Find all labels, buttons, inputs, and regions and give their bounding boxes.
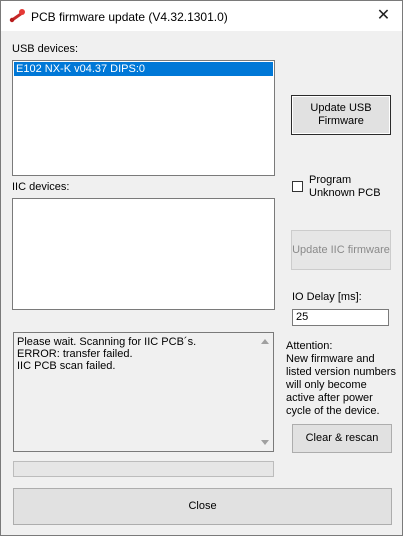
program-unknown-pcb-checkbox[interactable] xyxy=(292,181,303,192)
io-delay-label: IO Delay [ms]: xyxy=(292,291,362,303)
window-title: PCB firmware update (V4.32.1301.0) xyxy=(31,10,228,24)
update-iic-firmware-button: Update IIC firmware xyxy=(291,230,391,270)
iic-devices-label: IIC devices: xyxy=(12,181,70,193)
program-unknown-pcb-label: Program Unknown PCB xyxy=(309,174,381,199)
log-line: ERROR: transfer failed. xyxy=(17,348,133,360)
log-line: IIC PCB scan failed. xyxy=(17,360,116,372)
log-scrollbar[interactable] xyxy=(257,333,273,451)
usb-devices-list[interactable]: E102 NX-K v04.37 DIPS:0 xyxy=(12,60,275,176)
log-line: Please wait. Scanning for IIC PCB´s. xyxy=(17,336,197,348)
update-usb-firmware-button[interactable]: Update USB Firmware xyxy=(291,95,391,135)
close-icon[interactable]: ✕ xyxy=(365,1,402,31)
progress-bar xyxy=(13,461,274,477)
iic-devices-list[interactable] xyxy=(12,198,275,310)
scroll-down-icon[interactable] xyxy=(261,440,269,445)
scroll-up-icon[interactable] xyxy=(261,339,269,344)
log-output[interactable]: Please wait. Scanning for IIC PCB´s. ERR… xyxy=(13,332,274,452)
clear-rescan-button[interactable]: Clear & rescan xyxy=(292,424,392,453)
title-bar: PCB firmware update (V4.32.1301.0) ✕ xyxy=(1,1,402,31)
wrench-icon xyxy=(9,8,27,24)
io-delay-input[interactable]: 25 xyxy=(292,309,389,326)
firmware-update-window: PCB firmware update (V4.32.1301.0) ✕ USB… xyxy=(0,0,403,536)
usb-devices-label: USB devices: xyxy=(12,43,79,55)
usb-device-item[interactable]: E102 NX-K v04.37 DIPS:0 xyxy=(14,62,273,76)
attention-note: Attention: New firmware and listed versi… xyxy=(286,340,397,417)
close-button[interactable]: Close xyxy=(13,488,392,525)
